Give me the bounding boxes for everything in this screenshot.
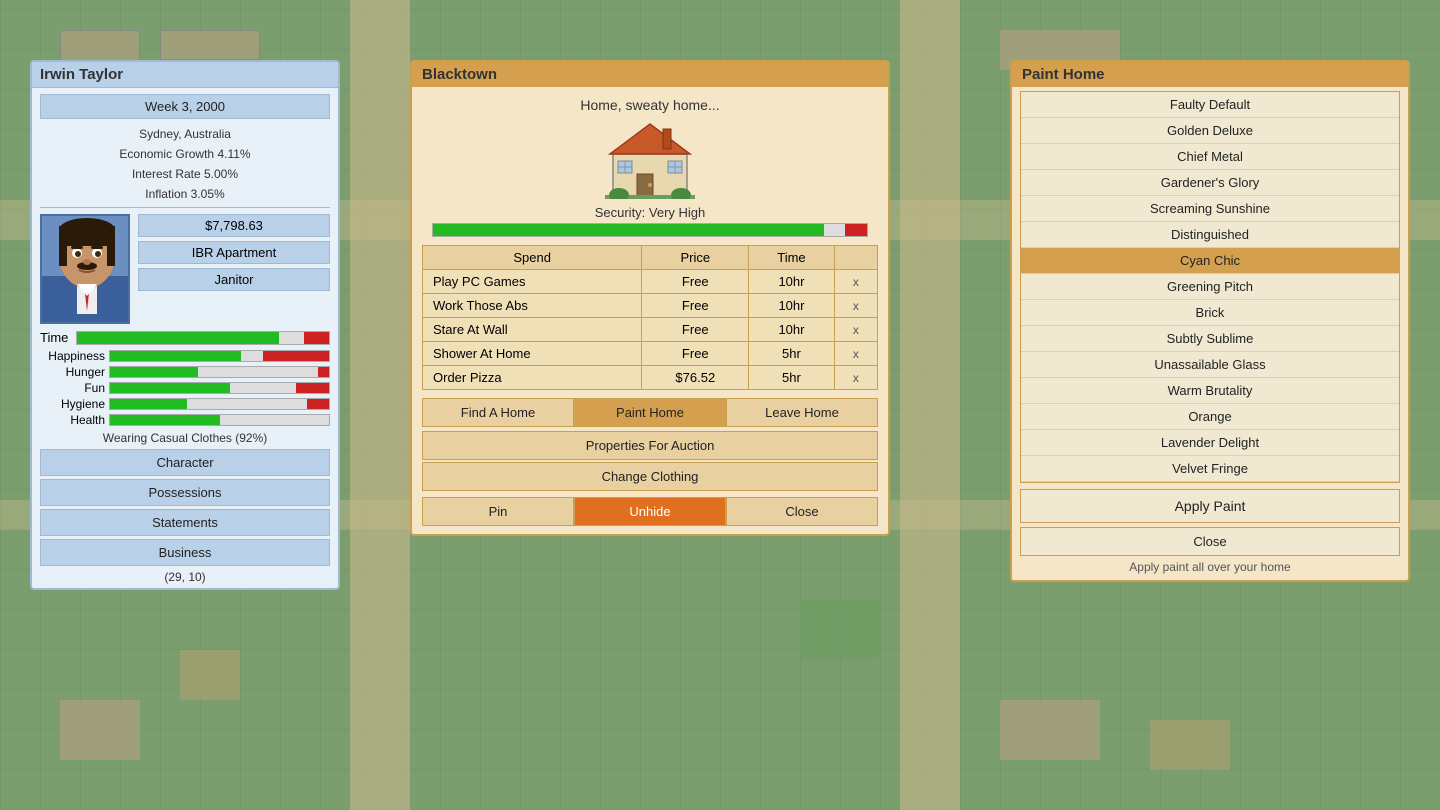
house-illustration <box>412 119 888 199</box>
remove-btn-3[interactable]: x <box>853 323 859 337</box>
color-subtly-sublime[interactable]: Subtly Sublime <box>1021 326 1399 352</box>
interest-rate-text: Interest Rate 5.00% <box>32 165 338 183</box>
price-5: $76.52 <box>642 366 749 390</box>
spend-table: Spend Price Time Play PC Games Free 10hr… <box>422 245 878 390</box>
paint-home-button[interactable]: Paint Home <box>574 398 726 427</box>
home-subtitle: Home, sweaty home... <box>412 97 888 113</box>
security-bar <box>432 223 868 237</box>
hunger-label: Hunger <box>40 365 105 379</box>
color-distinguished[interactable]: Distinguished <box>1021 222 1399 248</box>
spend-name-4: Shower At Home <box>423 342 642 366</box>
color-velvet-fringe[interactable]: Velvet Fringe <box>1021 456 1399 482</box>
money-display: $7,798.63 <box>138 214 330 237</box>
color-faulty-default[interactable]: Faulty Default <box>1021 92 1399 118</box>
week-display: Week 3, 2000 <box>40 94 330 119</box>
pin-button[interactable]: Pin <box>422 497 574 526</box>
price-1: Free <box>642 270 749 294</box>
remove-btn-2[interactable]: x <box>853 299 859 313</box>
color-warm-brutality[interactable]: Warm Brutality <box>1021 378 1399 404</box>
fun-label: Fun <box>40 381 105 395</box>
time-4: 5hr <box>749 342 834 366</box>
remove-btn-4[interactable]: x <box>853 347 859 361</box>
right-panel: Paint Home Faulty Default Golden Deluxe … <box>1010 60 1410 582</box>
right-title: Paint Home <box>1012 62 1408 87</box>
hygiene-label: Hygiene <box>40 397 105 411</box>
time-3: 10hr <box>749 318 834 342</box>
time-header: Time <box>749 246 834 270</box>
unhide-button[interactable]: Unhide <box>574 497 726 526</box>
spend-name-5: Order Pizza <box>423 366 642 390</box>
statements-button[interactable]: Statements <box>40 509 330 536</box>
avatar <box>40 214 130 324</box>
coordinates-text: (29, 10) <box>36 570 334 584</box>
time-1: 10hr <box>749 270 834 294</box>
spend-header: Spend <box>423 246 642 270</box>
color-unassailable-glass[interactable]: Unassailable Glass <box>1021 352 1399 378</box>
time-5: 5hr <box>749 366 834 390</box>
apartment-display: IBR Apartment <box>138 241 330 264</box>
table-row: Play PC Games Free 10hr x <box>423 270 878 294</box>
spend-name-1: Play PC Games <box>423 270 642 294</box>
price-2: Free <box>642 294 749 318</box>
apply-paint-button[interactable]: Apply Paint <box>1020 489 1400 523</box>
color-cyan-chic[interactable]: Cyan Chic <box>1021 248 1399 274</box>
price-header: Price <box>642 246 749 270</box>
color-greening-pitch[interactable]: Greening Pitch <box>1021 274 1399 300</box>
table-row: Shower At Home Free 5hr x <box>423 342 878 366</box>
table-row: Work Those Abs Free 10hr x <box>423 294 878 318</box>
paint-color-list: Faulty Default Golden Deluxe Chief Metal… <box>1020 91 1400 483</box>
find-home-button[interactable]: Find A Home <box>422 398 574 427</box>
remove-btn-5[interactable]: x <box>853 371 859 385</box>
center-nav-3: Change Clothing <box>422 462 878 491</box>
time-label: Time <box>40 330 68 345</box>
security-text: Security: Very High <box>412 205 888 220</box>
health-label: Health <box>40 413 105 427</box>
spend-name-3: Stare At Wall <box>423 318 642 342</box>
left-panel: Irwin Taylor Week 3, 2000 Sydney, Austra… <box>30 60 340 590</box>
hygiene-bar <box>109 398 330 410</box>
action-header <box>834 246 877 270</box>
bottom-nav: Pin Unhide Close <box>422 497 878 526</box>
change-clothing-button[interactable]: Change Clothing <box>422 462 878 491</box>
inflation-text: Inflation 3.05% <box>32 185 338 203</box>
paint-tooltip: Apply paint all over your home <box>1020 560 1400 574</box>
close-right-button[interactable]: Close <box>1020 527 1400 556</box>
color-golden-deluxe[interactable]: Golden Deluxe <box>1021 118 1399 144</box>
time-bar <box>76 331 330 345</box>
location-text: Sydney, Australia <box>32 125 338 143</box>
center-nav-2: Properties For Auction <box>422 431 878 460</box>
color-orange[interactable]: Orange <box>1021 404 1399 430</box>
color-lavender-delight[interactable]: Lavender Delight <box>1021 430 1399 456</box>
center-title: Blacktown <box>412 62 888 87</box>
properties-auction-button[interactable]: Properties For Auction <box>422 431 878 460</box>
price-4: Free <box>642 342 749 366</box>
needs-section: Happiness Hunger Fun Hygiene <box>40 349 330 427</box>
color-gardeners-glory[interactable]: Gardener's Glory <box>1021 170 1399 196</box>
business-button[interactable]: Business <box>40 539 330 566</box>
color-screaming-sunshine[interactable]: Screaming Sunshine <box>1021 196 1399 222</box>
time-2: 10hr <box>749 294 834 318</box>
table-row: Stare At Wall Free 10hr x <box>423 318 878 342</box>
player-name: Irwin Taylor <box>32 62 338 88</box>
table-row: Order Pizza $76.52 5hr x <box>423 366 878 390</box>
clothes-text: Wearing Casual Clothes (92%) <box>40 431 330 445</box>
center-nav-1: Find A Home Paint Home Leave Home <box>422 398 878 427</box>
happiness-bar <box>109 350 330 362</box>
color-brick[interactable]: Brick <box>1021 300 1399 326</box>
price-3: Free <box>642 318 749 342</box>
character-button[interactable]: Character <box>40 449 330 476</box>
economic-growth-text: Economic Growth 4.11% <box>32 145 338 163</box>
remove-btn-1[interactable]: x <box>853 275 859 289</box>
hunger-bar <box>109 366 330 378</box>
color-chief-metal[interactable]: Chief Metal <box>1021 144 1399 170</box>
happiness-label: Happiness <box>40 349 105 363</box>
health-bar <box>109 414 330 426</box>
close-center-button[interactable]: Close <box>726 497 878 526</box>
fun-bar <box>109 382 330 394</box>
possessions-button[interactable]: Possessions <box>40 479 330 506</box>
spend-name-2: Work Those Abs <box>423 294 642 318</box>
center-panel: Blacktown Home, sweaty home... <box>410 60 890 536</box>
leave-home-button[interactable]: Leave Home <box>726 398 878 427</box>
job-display: Janitor <box>138 268 330 291</box>
